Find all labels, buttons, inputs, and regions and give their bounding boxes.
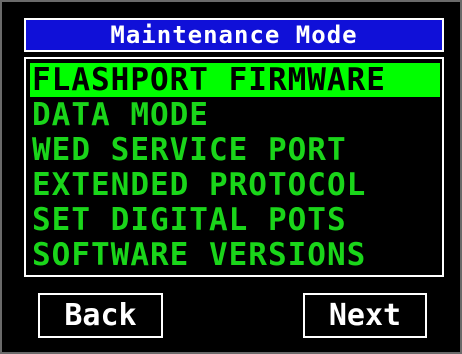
menu-item-set-digital-pots[interactable]: SET DIGITAL POTS [30,203,440,237]
screen-title: Maintenance Mode [24,18,444,52]
maintenance-menu: FLASHPORT FIRMWARE DATA MODE WED SERVICE… [24,57,444,277]
menu-item-extended-protocol[interactable]: EXTENDED PROTOCOL [30,168,440,202]
back-button[interactable]: Back [38,293,163,338]
device-screen: Maintenance Mode FLASHPORT FIRMWARE DATA… [0,0,462,354]
menu-item-flashport-firmware[interactable]: FLASHPORT FIRMWARE [30,63,440,97]
menu-item-software-versions[interactable]: SOFTWARE VERSIONS [30,238,440,272]
menu-item-wed-service-port[interactable]: WED SERVICE PORT [30,133,440,167]
next-button[interactable]: Next [303,293,427,338]
menu-item-data-mode[interactable]: DATA MODE [30,98,440,132]
